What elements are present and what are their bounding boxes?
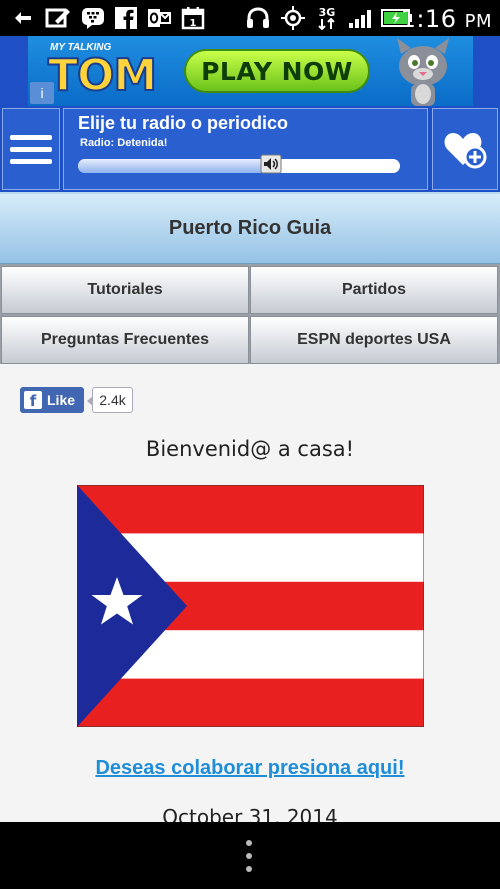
colaborar-link[interactable]: Deseas colaborar presiona aqui! xyxy=(0,757,500,780)
navigation-bar xyxy=(0,822,500,889)
signal-bars-icon xyxy=(346,6,376,30)
status-bar: 1 3G 1:16 PM xyxy=(0,0,500,36)
blackberry-messenger-icon xyxy=(80,6,106,30)
page-title: Puerto Rico Guia xyxy=(168,217,332,239)
calendar-icon: 1 xyxy=(180,6,206,30)
ad-banner[interactable]: MY TALKING TOM PLAY NOW i xyxy=(28,36,473,106)
volume-slider-fill xyxy=(78,159,272,173)
ad-bar: MY TALKING TOM PLAY NOW i xyxy=(0,36,500,106)
volume-slider[interactable] xyxy=(78,159,400,173)
post-date: October 31, 2014 xyxy=(162,805,338,822)
back-arrow-icon xyxy=(10,6,36,30)
hamburger-icon-line xyxy=(10,146,52,152)
espn-deportes-button[interactable]: ESPN deportes USA xyxy=(250,316,498,364)
welcome-text: Bienvenid@ a casa! xyxy=(145,437,355,461)
clock: 1:16 PM xyxy=(400,5,492,33)
hamburger-icon-line xyxy=(10,158,52,164)
like-count: 2.4k xyxy=(87,387,133,413)
page-header: Puerto Rico Guia xyxy=(0,192,500,264)
hamburger-icon-line xyxy=(10,134,52,140)
talking-tom-cat-icon xyxy=(397,38,449,106)
nav-button-grid: Tutoriales Partidos Preguntas Frecuentes… xyxy=(0,264,500,364)
top-toolbar: Elije tu radio o periodico Radio: Deteni… xyxy=(0,106,500,192)
gps-crosshair-icon xyxy=(280,6,306,30)
radio-status: Radio: Detenida! xyxy=(80,137,168,149)
radio-panel[interactable]: Elije tu radio o periodico Radio: Deteni… xyxy=(63,108,428,190)
headset-icon xyxy=(244,6,272,30)
facebook-like-button[interactable]: f Like xyxy=(20,387,84,413)
preguntas-frecuentes-button[interactable]: Preguntas Frecuentes xyxy=(1,316,249,364)
radio-title: Elije tu radio o periodico xyxy=(78,113,289,133)
calendar-day: 1 xyxy=(190,18,197,29)
data-3g-icon: 3G xyxy=(314,6,340,30)
overflow-menu-icon[interactable] xyxy=(246,840,254,872)
outlook-icon xyxy=(146,6,172,30)
main-page: Puerto Rico Guia Tutoriales Partidos Pre… xyxy=(0,192,500,822)
network-type: 3G xyxy=(318,5,336,19)
speaker-icon[interactable] xyxy=(259,153,283,175)
play-now-button[interactable]: PLAY NOW xyxy=(184,49,370,93)
facebook-icon: f xyxy=(24,391,42,409)
edit-note-icon xyxy=(44,6,72,30)
ad-info-icon[interactable]: i xyxy=(30,82,54,104)
facebook-icon xyxy=(114,6,138,30)
like-label: Like xyxy=(47,392,76,408)
puerto-rico-flag xyxy=(77,485,424,727)
partidos-button[interactable]: Partidos xyxy=(250,266,498,314)
tutoriales-button[interactable]: Tutoriales xyxy=(1,266,249,314)
talking-tom-logo: MY TALKING TOM xyxy=(47,42,158,101)
menu-button[interactable] xyxy=(2,108,60,190)
add-favorite-button[interactable] xyxy=(432,108,498,190)
heart-plus-icon xyxy=(444,133,487,169)
